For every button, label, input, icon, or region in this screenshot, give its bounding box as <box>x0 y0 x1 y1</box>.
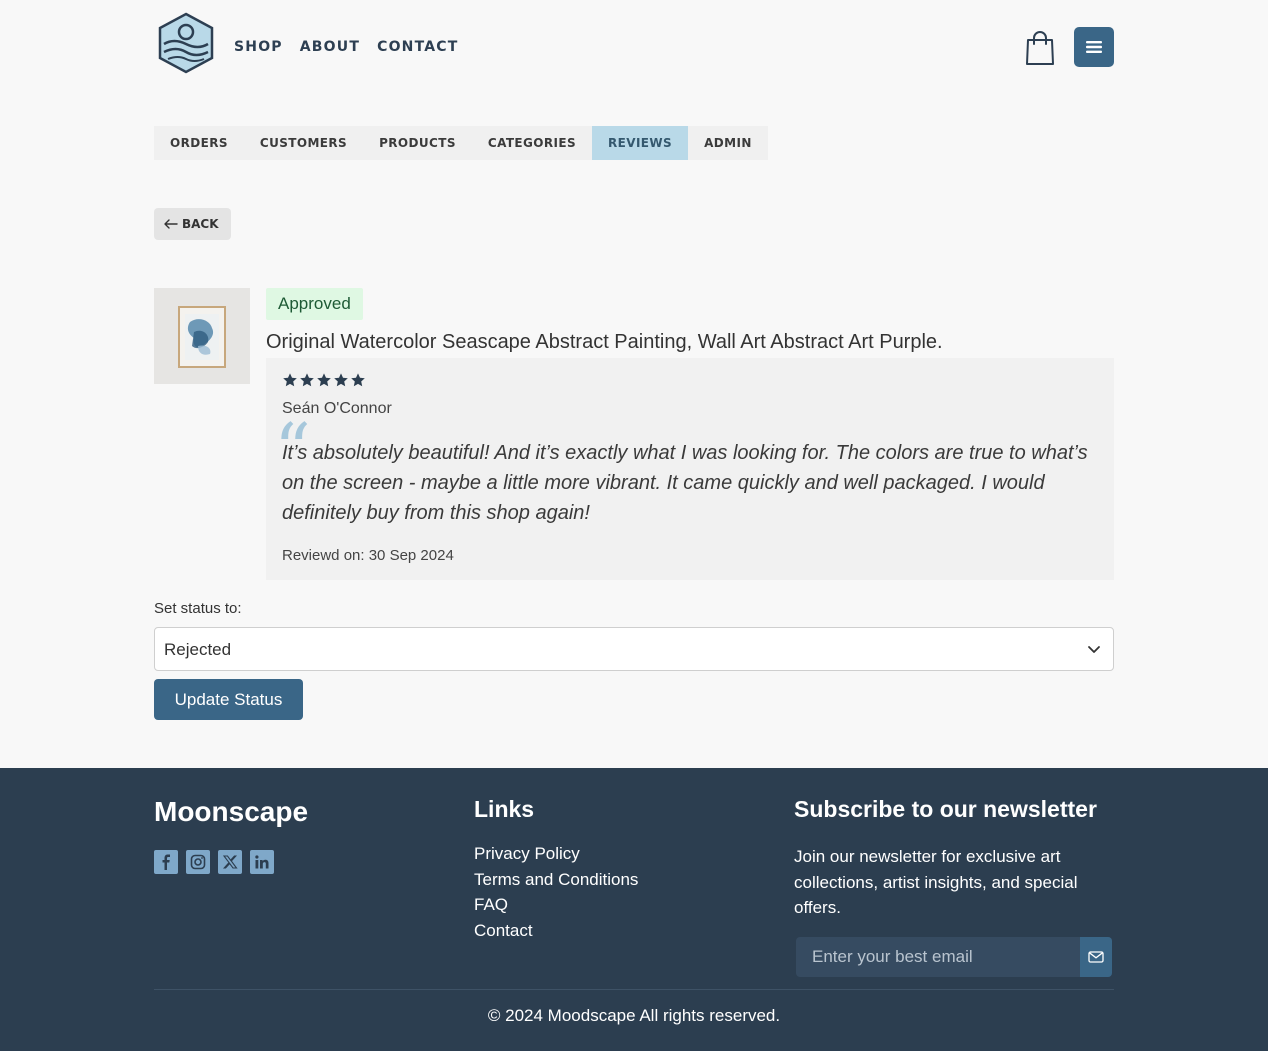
star-icon <box>283 373 297 387</box>
chevron-down-icon <box>1088 646 1100 653</box>
link-contact[interactable]: Contact <box>474 921 638 942</box>
envelope-icon <box>1088 951 1104 963</box>
email-input[interactable] <box>796 937 1080 977</box>
footer-links: Privacy Policy Terms and Conditions FAQ … <box>474 844 638 941</box>
nav-about[interactable]: ABOUT <box>300 39 360 55</box>
arrow-left-icon <box>164 219 178 229</box>
product-title[interactable]: Original Watercolor Seascape Abstract Pa… <box>266 331 943 354</box>
newsletter-text: Join our newsletter for exclusive art co… <box>794 847 1078 917</box>
star-icon <box>300 373 314 387</box>
linkedin-icon[interactable] <box>250 850 274 874</box>
back-label: BACK <box>182 217 219 231</box>
update-status-button[interactable]: Update Status <box>154 679 303 720</box>
rating-stars <box>282 372 366 388</box>
x-twitter-icon[interactable] <box>218 850 242 874</box>
star-icon <box>334 373 348 387</box>
moonscape-logo-icon[interactable] <box>154 12 218 76</box>
star-icon <box>317 373 331 387</box>
subscribe-button[interactable] <box>1080 937 1112 977</box>
link-faq[interactable]: FAQ <box>474 895 638 916</box>
tab-orders[interactable]: ORDERS <box>154 126 244 160</box>
star-icon <box>351 373 365 387</box>
facebook-icon[interactable] <box>154 850 178 874</box>
review-card: Seán O'Connor “ It’s absolutely beautifu… <box>266 358 1114 580</box>
product-thumbnail <box>154 288 250 384</box>
nav-contact[interactable]: CONTACT <box>377 39 458 55</box>
instagram-icon[interactable] <box>186 850 210 874</box>
link-terms[interactable]: Terms and Conditions <box>474 870 638 891</box>
newsletter-form <box>796 937 1112 977</box>
footer-brand: Moonscape <box>154 796 309 827</box>
hamburger-icon <box>1086 41 1102 53</box>
menu-button[interactable] <box>1074 27 1114 67</box>
link-privacy-policy[interactable]: Privacy Policy <box>474 844 638 865</box>
footer-divider <box>154 989 1114 990</box>
social-links <box>154 850 274 874</box>
status-badge: Approved <box>266 288 363 320</box>
newsletter-title: Subscribe to our newsletter <box>794 796 1097 822</box>
back-button[interactable]: BACK <box>154 208 231 240</box>
main-nav: SHOP ABOUT CONTACT <box>234 39 459 55</box>
nav-shop[interactable]: SHOP <box>234 39 283 55</box>
status-select-value: Rejected <box>164 640 232 659</box>
site-header: SHOP ABOUT CONTACT <box>154 12 1114 82</box>
tab-products[interactable]: PRODUCTS <box>363 126 472 160</box>
footer-links-title: Links <box>474 796 535 822</box>
status-label: Set status to: <box>154 600 242 617</box>
status-select[interactable]: Rejected <box>154 627 1114 671</box>
tab-categories[interactable]: CATEGORIES <box>472 126 592 160</box>
painting-image <box>154 288 250 384</box>
tab-admin[interactable]: ADMIN <box>688 126 768 160</box>
copyright-text: © 2024 Moodscape All rights reserved. <box>487 1006 781 1025</box>
review-date: Reviewd on: 30 Sep 2024 <box>282 547 454 564</box>
admin-tabs: ORDERS CUSTOMERS PRODUCTS CATEGORIES REV… <box>154 126 768 160</box>
review-text: It’s absolutely beautiful! And it’s exac… <box>282 442 1088 524</box>
tab-customers[interactable]: CUSTOMERS <box>244 126 363 160</box>
shopping-bag-icon[interactable] <box>1024 30 1056 66</box>
tab-reviews[interactable]: REVIEWS <box>592 126 689 160</box>
site-footer: Moonscape Links Privacy Policy Terms and… <box>0 768 1268 1051</box>
